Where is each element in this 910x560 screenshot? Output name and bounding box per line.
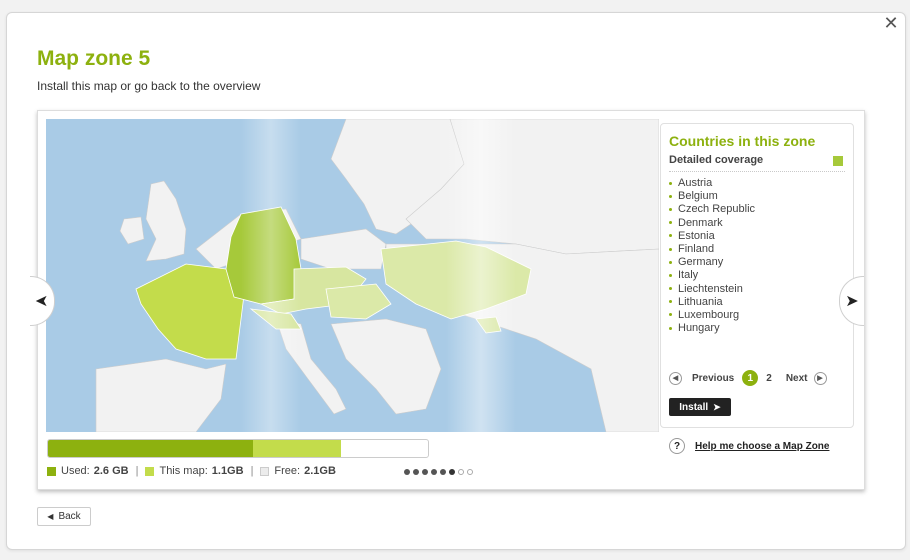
thismap-value: 1.1GB (211, 465, 244, 477)
help-link-row: ? Help me choose a Map Zone (669, 438, 829, 454)
free-swatch (260, 466, 270, 476)
page-subtitle: Install this map or go back to the overv… (37, 79, 261, 93)
list-item: Czech Republic (669, 203, 755, 216)
thismap-label: This map: (159, 465, 208, 477)
carousel-dot[interactable] (449, 469, 455, 475)
list-item: Denmark (669, 217, 755, 230)
prev-arrow-icon[interactable]: ◀ (669, 371, 682, 385)
page-title: Map zone 5 (37, 47, 151, 70)
country-list: Austria Belgium Czech Republic Denmark E… (669, 177, 755, 335)
list-item: Belgium (669, 190, 755, 203)
divider (669, 171, 845, 172)
help-icon[interactable]: ? (669, 438, 685, 454)
free-label: Free: (274, 465, 301, 477)
arrow-left-icon: ◀ (47, 512, 54, 521)
next-arrow-icon[interactable]: ▶ (813, 371, 827, 385)
free-value: 2.1GB (304, 465, 336, 477)
europe-map (46, 119, 659, 432)
carousel-dot[interactable] (440, 469, 446, 475)
pagination: ◀ Previous 1 2 Next ▶ (669, 369, 827, 387)
carousel-dot[interactable] (467, 469, 473, 475)
coverage-label: Detailed coverage (669, 154, 764, 166)
page-2[interactable]: 2 (766, 373, 772, 384)
storage-thismap-fill (253, 440, 341, 457)
page-current[interactable]: 1 (742, 370, 759, 386)
carousel-dot[interactable] (431, 469, 437, 475)
black-sea (459, 335, 543, 363)
storage-bar (47, 439, 429, 458)
used-value: 2.6 GB (93, 465, 129, 477)
map-viewer: Countries in this zone Detailed coverage… (37, 110, 865, 490)
carousel-dots (404, 469, 476, 475)
list-item: Hungary (669, 322, 755, 335)
previous-link[interactable]: Previous (692, 373, 734, 384)
help-link[interactable]: Help me choose a Map Zone (695, 441, 829, 452)
install-button[interactable]: Install ➤ (669, 398, 731, 416)
list-item: Germany (669, 256, 755, 269)
list-item: Italy (669, 269, 755, 282)
carousel-dot[interactable] (404, 469, 410, 475)
carousel-dot[interactable] (458, 469, 464, 475)
list-item: Liechtenstein (669, 283, 755, 296)
list-item: Estonia (669, 230, 755, 243)
chevron-right-icon: ➤ (713, 401, 721, 412)
close-icon[interactable]: ✕ (883, 15, 899, 33)
used-label: Used: (61, 465, 90, 477)
next-link[interactable]: Next (786, 373, 808, 384)
list-item: Finland (669, 243, 755, 256)
back-button[interactable]: ◀ Back (37, 507, 91, 526)
arrow-left-icon: ➤ (35, 293, 49, 310)
storage-used-fill (48, 440, 254, 457)
used-swatch (47, 466, 56, 476)
thismap-swatch (145, 466, 155, 476)
list-item: Luxembourg (669, 309, 755, 322)
carousel-dot[interactable] (422, 469, 428, 475)
list-item: Lithuania (669, 296, 755, 309)
coverage-swatch (833, 156, 843, 166)
panel-title: Countries in this zone (669, 133, 816, 149)
carousel-dot[interactable] (413, 469, 419, 475)
countries-panel: Countries in this zone Detailed coverage… (660, 123, 854, 428)
storage-legend: Used: 2.6 GB | This map: 1.1GB | Free: 2… (47, 465, 336, 477)
list-item: Austria (669, 177, 755, 190)
arrow-right-icon: ➤ (845, 293, 859, 310)
